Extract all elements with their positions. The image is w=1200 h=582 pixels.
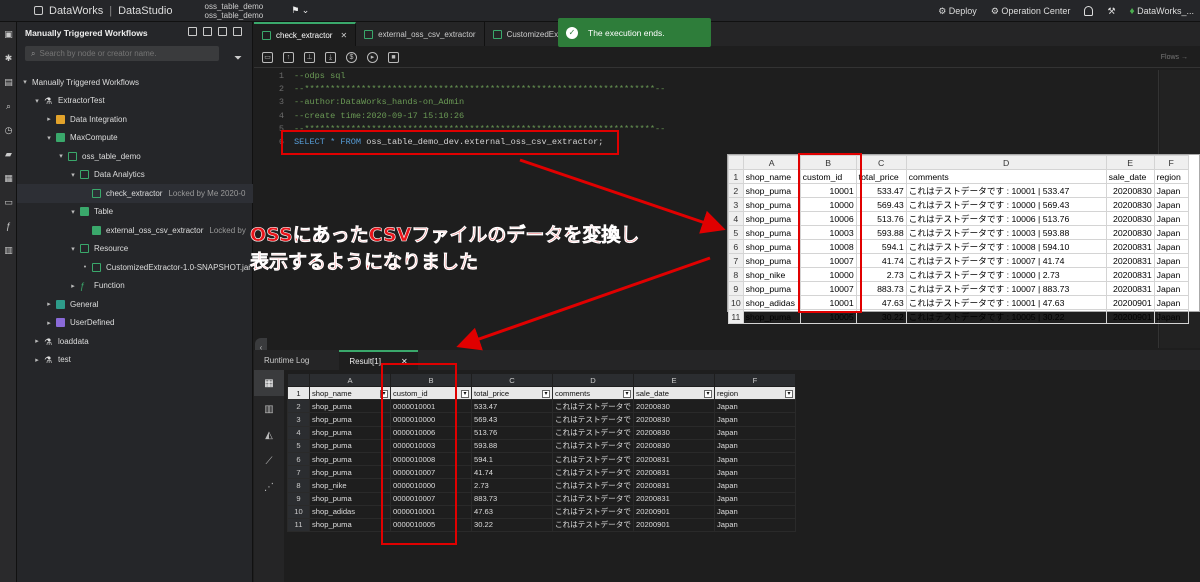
arrow-to-excel — [519, 158, 726, 234]
annotation-arrows — [456, 158, 726, 351]
annotation-line1: OSSにあったCSVファイルのデータを変換し — [250, 224, 640, 247]
dataworks-app: DataWorks | DataStudio oss_table_demo os… — [0, 0, 1200, 582]
annotation-line2: 表示するようになりました — [250, 251, 479, 274]
annotation-text: OSSにあったCSVファイルのデータを変換し 表示するようになりました — [250, 222, 710, 276]
